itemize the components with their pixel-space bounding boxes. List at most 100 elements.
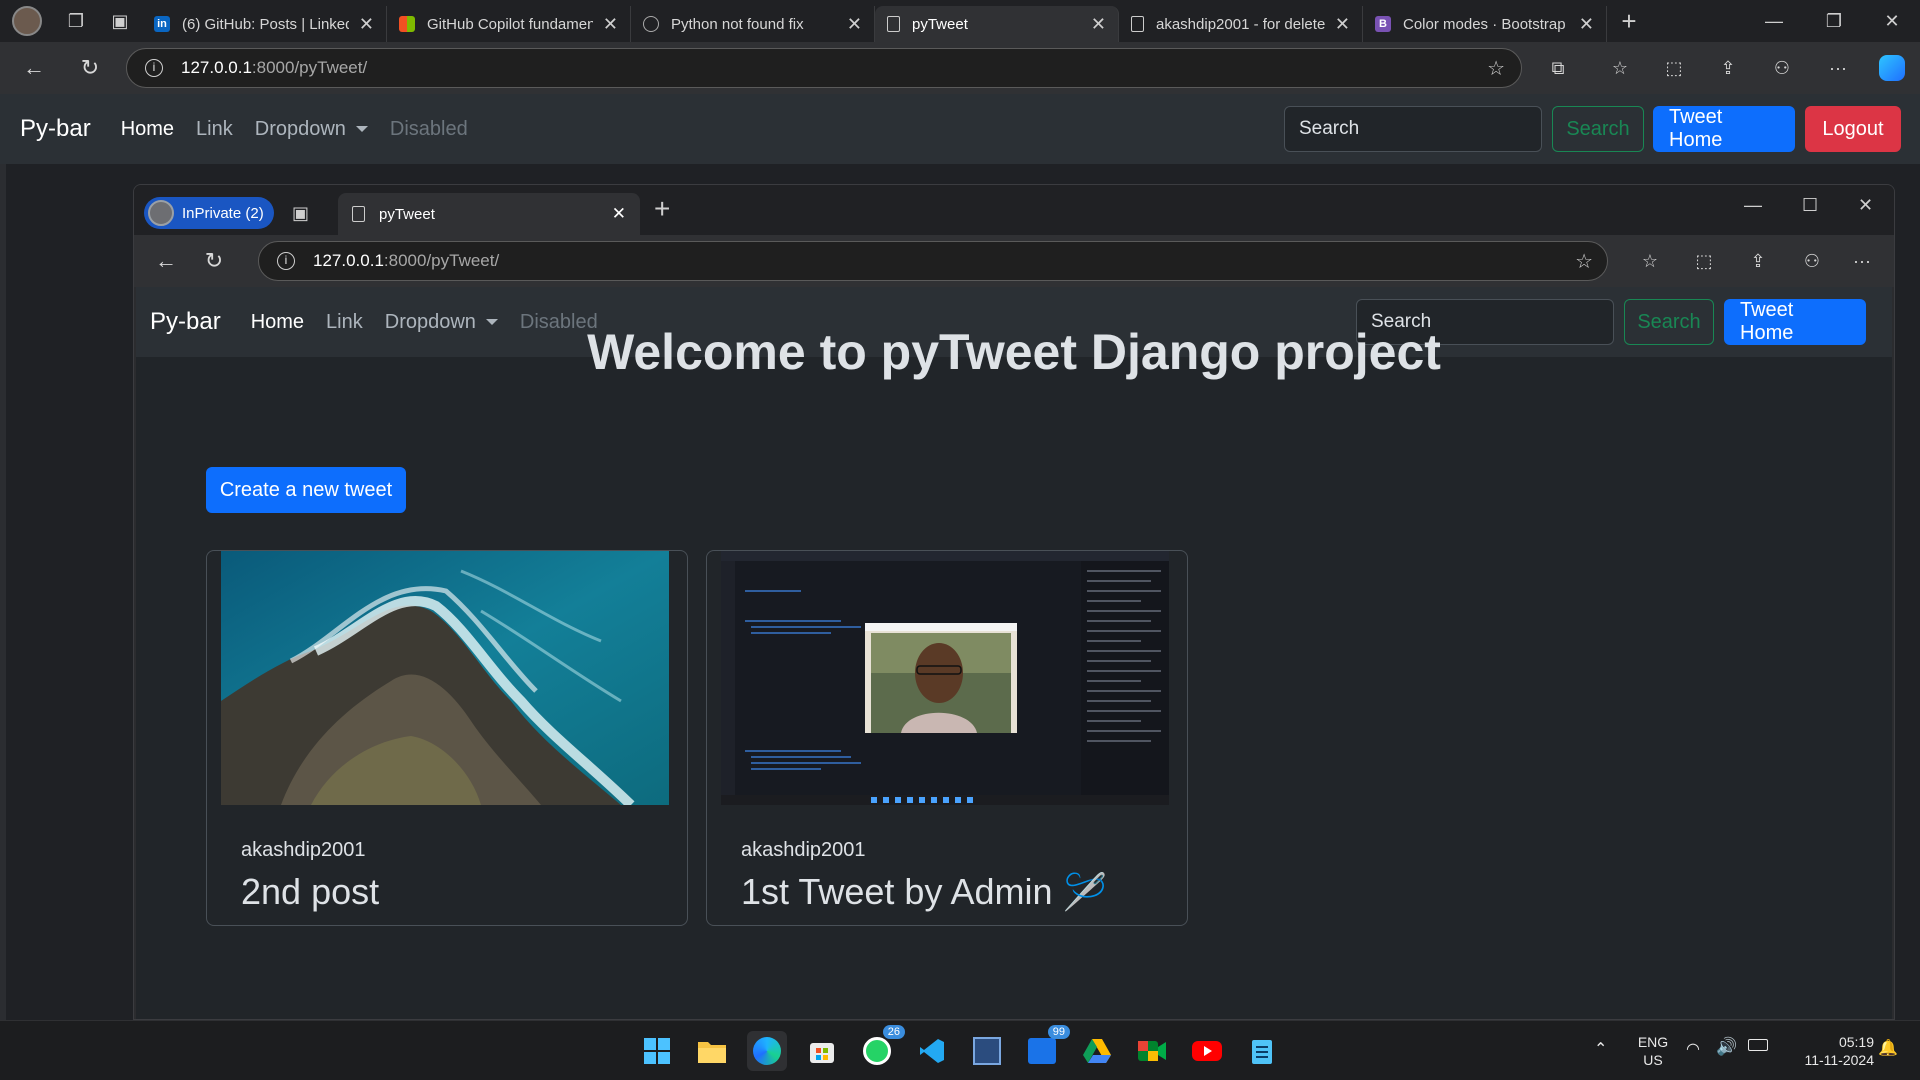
copilot-icon[interactable] — [1870, 42, 1914, 94]
edge-logo — [753, 1037, 781, 1065]
share-icon[interactable]: ⇪ — [1706, 42, 1750, 94]
google-drive-icon[interactable] — [1077, 1031, 1117, 1071]
profile-avatar-icon[interactable] — [0, 0, 54, 42]
outlook-icon[interactable]: 99 — [1022, 1025, 1070, 1071]
close-icon[interactable]: ✕ — [1579, 14, 1594, 35]
info-icon[interactable]: i — [277, 252, 295, 270]
close-icon[interactable]: ✕ — [359, 14, 374, 35]
tab-linkedin[interactable]: in (6) GitHub: Posts | LinkedIn ✕ — [142, 6, 387, 42]
card-title[interactable]: 1st Tweet by Admin 🪡 — [741, 871, 1107, 913]
create-tweet-button[interactable]: Create a new tweet — [206, 467, 406, 513]
card-username: akashdip2001 — [741, 839, 866, 861]
nav-link-home[interactable]: Home — [121, 118, 174, 141]
back-icon[interactable]: ← — [12, 42, 56, 94]
minimize-icon[interactable]: — — [1744, 195, 1762, 216]
tab-title: akashdip2001 - for delete — [1156, 15, 1325, 33]
vscode-logo — [920, 1039, 944, 1063]
tab-bootstrap[interactable]: B Color modes · Bootstrap v5 ✕ — [1363, 6, 1607, 42]
notepad-icon[interactable] — [1242, 1031, 1282, 1071]
store-icon[interactable] — [802, 1031, 842, 1071]
extensions-icon[interactable]: ⧉ — [1536, 42, 1580, 94]
workspaces-icon[interactable]: ❐ — [54, 0, 98, 42]
app-icon[interactable] — [967, 1031, 1007, 1071]
vscode-icon[interactable] — [912, 1031, 952, 1071]
outer-navbar: Py-bar Home Link Dropdown Disabled Searc… — [0, 94, 1920, 164]
collections-icon[interactable]: ⚇ — [1760, 42, 1804, 94]
navbar-brand[interactable]: Py-bar — [20, 115, 91, 143]
tab-title: GitHub Copilot fundamentals — [427, 15, 593, 33]
tab-pytweet[interactable]: pyTweet ✕ — [875, 6, 1119, 42]
more-icon[interactable]: ··· — [1840, 235, 1884, 287]
tweet-home-button[interactable]: Tweet Home — [1653, 106, 1795, 152]
close-icon[interactable]: ✕ — [603, 14, 618, 35]
close-window-icon[interactable]: ✕ — [1858, 195, 1873, 216]
info-icon[interactable]: i — [145, 59, 163, 77]
app-logo — [973, 1037, 1001, 1065]
favorites-icon[interactable]: ☆ — [1598, 42, 1642, 94]
screenshot-icon[interactable]: ⬚ — [1652, 42, 1696, 94]
search-button[interactable]: Search — [1552, 106, 1644, 152]
close-icon[interactable]: ✕ — [1091, 14, 1106, 35]
youtube-logo — [1192, 1041, 1222, 1061]
file-explorer-icon[interactable] — [692, 1031, 732, 1071]
nav-link-link[interactable]: Link — [196, 118, 233, 141]
ocean-coast-photo — [221, 551, 669, 805]
refresh-icon[interactable]: ↻ — [68, 42, 112, 94]
url-field[interactable]: i 127.0.0.1:8000/pyTweet/ ☆ — [126, 48, 1522, 88]
volume-icon[interactable]: 🔊 — [1716, 1037, 1737, 1057]
ocean-coast-image — [221, 551, 669, 805]
tweet-card: akashdip2001 1st Tweet by Admin 🪡 — [706, 550, 1188, 926]
tab-copilot[interactable]: GitHub Copilot fundamentals ✕ — [387, 6, 631, 42]
page-icon — [1131, 16, 1144, 32]
tab-pytweet[interactable]: pyTweet ✕ — [338, 193, 640, 235]
inner-address-bar: ← ↻ i 127.0.0.1:8000/pyTweet/ ☆ ☆ ⬚ ⇪ ⚇ … — [134, 235, 1894, 287]
whatsapp-icon[interactable]: 26 — [857, 1025, 905, 1071]
close-window-icon[interactable]: ✕ — [1864, 0, 1920, 42]
vertical-tabs-icon[interactable]: ▣ — [98, 0, 142, 42]
edge-icon[interactable] — [747, 1031, 787, 1071]
bootstrap-icon: B — [1375, 16, 1391, 32]
close-icon[interactable]: ✕ — [1335, 14, 1350, 35]
notepad-logo — [1252, 1040, 1272, 1064]
clock[interactable]: 05:19 11-11-2024 — [1784, 1033, 1874, 1069]
close-icon[interactable]: ✕ — [847, 14, 862, 35]
inprivate-button[interactable]: InPrivate (2) — [144, 197, 274, 229]
favorite-star-icon[interactable]: ☆ — [1487, 56, 1505, 81]
new-tab-icon[interactable]: + — [654, 193, 670, 225]
tab-python-fix[interactable]: Python not found fix ✕ — [631, 6, 875, 42]
back-icon[interactable]: ← — [144, 235, 188, 287]
nav-dropdown[interactable]: Dropdown — [255, 118, 368, 141]
tab-akashdip[interactable]: akashdip2001 - for delete ✕ — [1119, 6, 1363, 42]
favorite-star-icon[interactable]: ☆ — [1575, 249, 1593, 274]
tab-title: Color modes · Bootstrap v5 — [1403, 15, 1569, 33]
more-icon[interactable]: ··· — [1816, 42, 1860, 94]
new-tab-icon[interactable]: + — [1607, 0, 1651, 42]
meet-icon[interactable] — [1132, 1031, 1172, 1071]
youtube-icon[interactable] — [1187, 1031, 1227, 1071]
inprivate-window: InPrivate (2) ▣ pyTweet ✕ + — ☐ ✕ ← ↻ i … — [133, 184, 1895, 1020]
refresh-icon[interactable]: ↻ — [192, 235, 236, 287]
language-indicator[interactable]: ENG US — [1630, 1033, 1676, 1069]
tab-title: Python not found fix — [671, 15, 804, 33]
chevron-up-icon[interactable]: ⌃ — [1594, 1039, 1607, 1059]
url-field[interactable]: i 127.0.0.1:8000/pyTweet/ ☆ — [258, 241, 1608, 281]
share-icon[interactable]: ⇪ — [1736, 235, 1780, 287]
inprivate-label: InPrivate (2) — [182, 204, 264, 222]
notification-bell-icon[interactable]: 🔔 — [1878, 1038, 1898, 1058]
windows-start-icon[interactable] — [637, 1031, 677, 1071]
card-title[interactable]: 2nd post — [241, 871, 379, 913]
favorites-icon[interactable]: ☆ — [1628, 235, 1672, 287]
vertical-tabs-icon[interactable]: ▣ — [292, 203, 309, 224]
page-title: Welcome to pyTweet Django project — [587, 324, 1441, 380]
collections-icon[interactable]: ⚇ — [1790, 235, 1834, 287]
restore-icon[interactable]: ❐ — [1806, 0, 1862, 42]
search-input[interactable]: Search — [1284, 106, 1542, 152]
battery-icon[interactable] — [1748, 1039, 1768, 1051]
maximize-icon[interactable]: ☐ — [1802, 195, 1818, 216]
wifi-icon[interactable]: ◠ — [1686, 1039, 1700, 1059]
close-icon[interactable]: ✕ — [612, 204, 626, 224]
linkedin-icon: in — [154, 16, 170, 32]
logout-button[interactable]: Logout — [1805, 106, 1901, 152]
minimize-icon[interactable]: — — [1746, 0, 1802, 42]
screenshot-icon[interactable]: ⬚ — [1682, 235, 1726, 287]
